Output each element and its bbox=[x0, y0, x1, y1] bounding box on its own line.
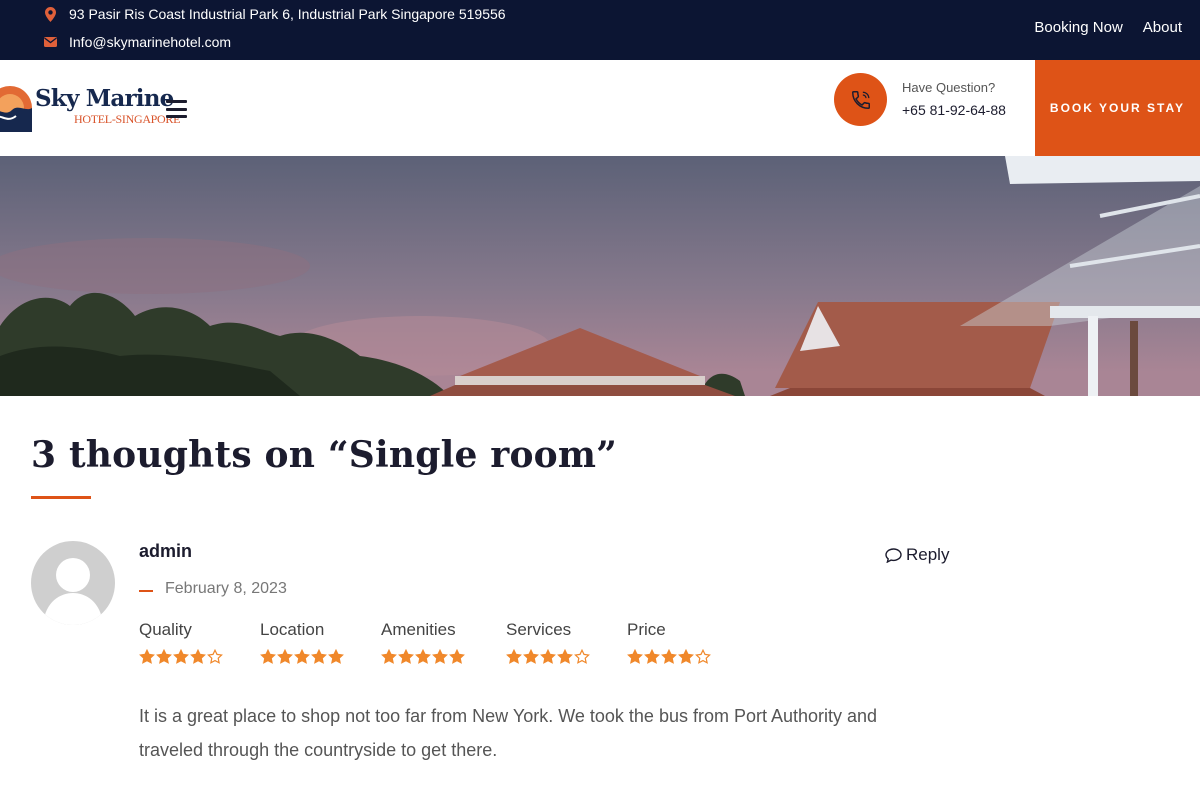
rating-quality: Quality bbox=[139, 620, 223, 665]
star-filled-icon bbox=[294, 649, 310, 664]
rating-price: Price bbox=[627, 620, 711, 665]
star-empty-icon bbox=[695, 649, 711, 664]
star-filled-icon bbox=[173, 649, 189, 664]
reply-button[interactable]: Reply bbox=[885, 545, 949, 565]
envelope-icon bbox=[44, 34, 57, 50]
star-filled-icon bbox=[540, 649, 556, 664]
star-filled-icon bbox=[627, 649, 643, 664]
rating-label: Services bbox=[506, 620, 572, 639]
star-filled-icon bbox=[506, 649, 522, 664]
star-filled-icon bbox=[557, 649, 573, 664]
star-filled-icon bbox=[661, 649, 677, 664]
star-filled-icon bbox=[644, 649, 660, 664]
site-logo[interactable]: Sky Marine HOTEL-SINGAPORE bbox=[0, 84, 180, 134]
phone-number[interactable]: +65 81-92-64-88 bbox=[902, 102, 1006, 118]
star-filled-icon bbox=[328, 649, 344, 664]
nav-booking-now[interactable]: Booking Now bbox=[1034, 19, 1122, 36]
star-filled-icon bbox=[449, 649, 465, 664]
top-nav: Booking Now About bbox=[1034, 19, 1182, 36]
logo-sun-wave-icon bbox=[0, 86, 32, 132]
hero-banner bbox=[0, 156, 1200, 396]
comment-author: admin bbox=[139, 541, 193, 561]
rating-location: Location bbox=[260, 620, 344, 665]
title-underline bbox=[31, 496, 91, 499]
phone-icon[interactable] bbox=[834, 73, 887, 126]
hamburger-icon[interactable] bbox=[166, 100, 187, 118]
star-filled-icon bbox=[432, 649, 448, 664]
rating-label: Quality bbox=[139, 620, 192, 639]
top-bar: 93 Pasir Ris Coast Industrial Park 6, In… bbox=[0, 0, 1200, 60]
question-label: Have Question? bbox=[902, 80, 996, 95]
rating-label: Location bbox=[260, 620, 325, 639]
comment-date: February 8, 2023 bbox=[165, 580, 287, 597]
hero-image bbox=[0, 156, 1200, 396]
logo-subtitle: HOTEL-SINGAPORE bbox=[74, 112, 181, 126]
star-filled-icon bbox=[523, 649, 539, 664]
avatar bbox=[31, 541, 115, 625]
book-your-stay-button[interactable]: BOOK YOUR STAY bbox=[1035, 60, 1200, 156]
comments-title: 3 thoughts on “Single room” bbox=[31, 434, 618, 476]
nav-about[interactable]: About bbox=[1143, 19, 1182, 36]
rating-services: Services bbox=[506, 620, 590, 665]
star-filled-icon bbox=[398, 649, 414, 664]
rating-stars bbox=[627, 649, 711, 665]
email-row[interactable]: Info@skymarinehotel.com bbox=[44, 34, 231, 50]
site-header: Sky Marine HOTEL-SINGAPORE Have Question… bbox=[0, 60, 1200, 156]
rating-stars bbox=[506, 649, 590, 665]
star-filled-icon bbox=[156, 649, 172, 664]
star-empty-icon bbox=[207, 649, 223, 664]
rating-stars bbox=[260, 649, 344, 665]
reply-label: Reply bbox=[906, 545, 950, 564]
star-filled-icon bbox=[139, 649, 155, 664]
star-filled-icon bbox=[381, 649, 397, 664]
address-row: 93 Pasir Ris Coast Industrial Park 6, In… bbox=[44, 6, 506, 22]
speech-bubble-icon bbox=[885, 547, 902, 563]
address-text: 93 Pasir Ris Coast Industrial Park 6, In… bbox=[69, 6, 506, 22]
rating-stars bbox=[381, 649, 465, 665]
rating-stars bbox=[139, 649, 223, 665]
star-filled-icon bbox=[277, 649, 293, 664]
email-text[interactable]: Info@skymarinehotel.com bbox=[69, 34, 231, 50]
logo-name: Sky Marine bbox=[35, 85, 174, 112]
map-pin-icon bbox=[44, 6, 57, 22]
star-filled-icon bbox=[678, 649, 694, 664]
star-empty-icon bbox=[574, 649, 590, 664]
date-dash bbox=[139, 590, 153, 592]
star-filled-icon bbox=[260, 649, 276, 664]
rating-label: Price bbox=[627, 620, 666, 639]
star-filled-icon bbox=[190, 649, 206, 664]
rating-amenities: Amenities bbox=[381, 620, 465, 665]
rating-label: Amenities bbox=[381, 620, 456, 639]
star-filled-icon bbox=[311, 649, 327, 664]
star-filled-icon bbox=[415, 649, 431, 664]
comment-text: It is a great place to shop not too far … bbox=[139, 706, 878, 760]
